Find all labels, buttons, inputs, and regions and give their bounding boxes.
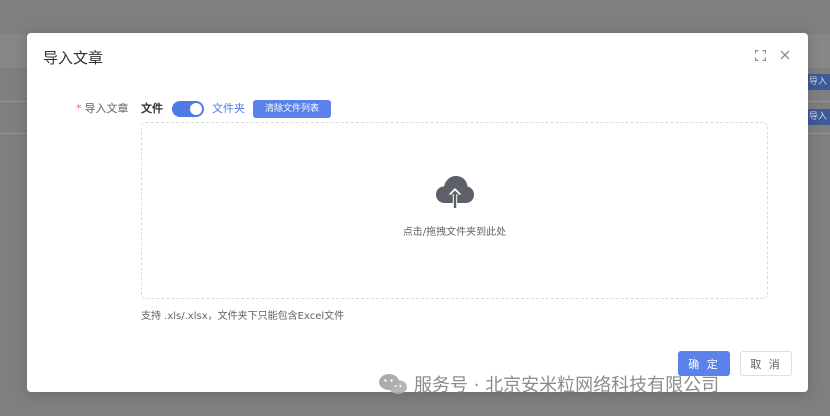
form-label-text: 导入文章 bbox=[84, 102, 129, 115]
import-form-row: * 导入文章 文件 文件夹 清除文件列表 bbox=[27, 99, 808, 119]
close-icon[interactable] bbox=[778, 48, 792, 62]
dialog-title: 导入文章 bbox=[43, 49, 104, 67]
clear-file-list-button[interactable]: 清除文件列表 bbox=[253, 100, 331, 118]
file-folder-toggle[interactable] bbox=[172, 101, 204, 117]
watermark: 服务号 · 北京安米粒网络科技有限公司 bbox=[378, 371, 719, 397]
switch-file-label[interactable]: 文件 bbox=[141, 99, 163, 119]
background-import-tag: 导入 bbox=[806, 109, 830, 125]
import-article-dialog: 导入文章 * 导入文章 文件 文件夹 清除文件列表 点击/拖拽文件夹到此处 支持 … bbox=[27, 33, 808, 392]
fullscreen-icon[interactable] bbox=[753, 48, 767, 62]
toggle-knob bbox=[190, 103, 202, 115]
cancel-button[interactable]: 取 消 bbox=[740, 351, 792, 376]
cloud-upload-icon bbox=[436, 176, 474, 208]
watermark-text: 服务号 · 北京安米粒网络科技有限公司 bbox=[414, 375, 720, 396]
format-hint: 支持 .xls/.xlsx，文件夹下只能包含Excel文件 bbox=[141, 311, 345, 322]
wechat-logo-icon bbox=[379, 374, 407, 394]
upload-dropzone[interactable]: 点击/拖拽文件夹到此处 bbox=[141, 122, 768, 299]
form-label: * 导入文章 bbox=[76, 99, 132, 119]
background-import-tag: 导入 bbox=[806, 74, 830, 90]
dropzone-text: 点击/拖拽文件夹到此处 bbox=[402, 227, 507, 238]
switch-folder-label[interactable]: 文件夹 bbox=[212, 99, 245, 119]
required-asterisk: * bbox=[76, 102, 82, 115]
